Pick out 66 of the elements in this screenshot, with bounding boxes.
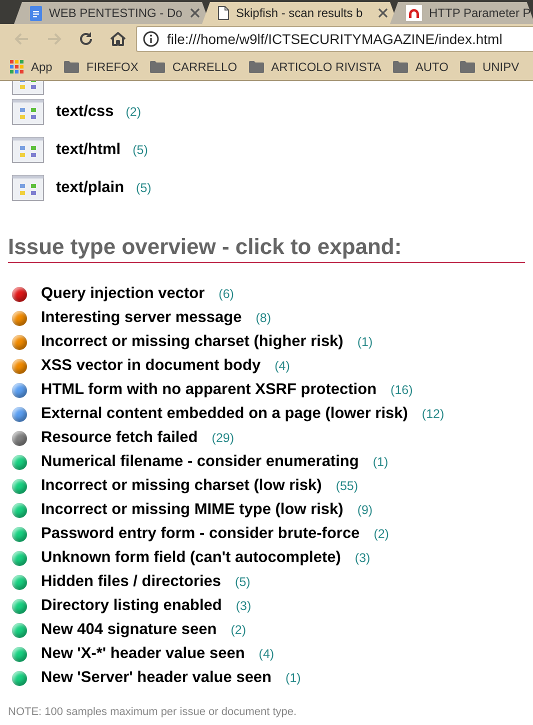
count: (4) <box>258 647 274 661</box>
document-type[interactable]: text/plain <box>56 179 124 197</box>
address-bar[interactable]: file:///home/w9lf/ICTSECURITYMAGAZINE/index.html <box>136 26 533 52</box>
count: (2) <box>374 527 389 541</box>
folder-icon <box>64 61 80 73</box>
issue-type[interactable]: Hidden files / directories <box>41 573 222 591</box>
issue-type[interactable]: Numerical filename - consider enumerating <box>41 453 359 471</box>
issue-type[interactable]: Unknown form field (can't autocomplete) <box>41 549 341 567</box>
count: (5) <box>235 575 250 589</box>
arc-icon <box>406 5 422 21</box>
count: (4) <box>274 359 290 373</box>
issue-type[interactable]: Interesting server message <box>41 309 242 327</box>
issue-type[interactable]: Incorrect or missing charset (low risk) <box>41 477 322 495</box>
issue-type[interactable]: Incorrect or missing charset (higher risk) <box>41 333 344 351</box>
document-type-icon <box>12 137 44 163</box>
folder-icon <box>460 61 476 73</box>
count: (5) <box>132 143 148 157</box>
count: (2) <box>126 105 142 119</box>
count: (9) <box>357 503 373 517</box>
issue-type[interactable]: Directory listing enabled <box>41 597 222 615</box>
issue-type[interactable]: Password entry form - consider brute-force <box>41 525 360 543</box>
close-icon[interactable] <box>378 8 388 18</box>
folder-icon <box>249 61 264 73</box>
count: (55) <box>336 479 358 493</box>
count: (1) <box>357 335 373 349</box>
bookmark-item[interactable]: App <box>10 60 52 74</box>
count: (3) <box>354 551 370 565</box>
issue-type[interactable]: External content embedded on a page (lower risk) <box>41 405 408 423</box>
issue-type[interactable]: XSS vector in document body <box>41 357 261 375</box>
close-icon[interactable] <box>190 8 200 18</box>
count: (16) <box>390 383 413 397</box>
browser-tab[interactable]: HTTP Parameter P <box>390 2 533 24</box>
section-heading: Issue type overview - click to expand: <box>8 234 525 263</box>
count: (2) <box>230 623 246 637</box>
issue-type[interactable]: Resource fetch failed <box>41 429 198 447</box>
info-icon <box>143 31 159 47</box>
page-icon <box>218 6 229 20</box>
url-text: file:///home/w9lf/ICTSECURITYMAGAZINE/index.html <box>167 31 502 47</box>
bookmark-item[interactable]: CARRELLO <box>150 60 238 74</box>
folder-icon <box>393 61 408 73</box>
note-text: NOTE: 100 samples maximum per issue or document type. <box>8 706 298 718</box>
count: (1) <box>372 455 388 469</box>
count: (6) <box>218 287 234 301</box>
issue-type[interactable]: New 'X-*' header value seen <box>41 645 245 663</box>
issue-type[interactable]: Query injection vector <box>41 285 205 303</box>
document-type[interactable]: text/html <box>56 141 121 159</box>
issue-type[interactable]: New 404 signature seen <box>41 621 217 639</box>
count: (5) <box>136 181 152 195</box>
folder-icon <box>150 61 166 73</box>
count: (12) <box>422 407 444 421</box>
bookmark-item[interactable]: ARTICOLO RIVISTA <box>249 60 382 74</box>
issue-type[interactable]: New 'Server' header value seen <box>41 669 272 687</box>
count: (8) <box>256 311 272 325</box>
document-type-icon <box>12 99 44 125</box>
count: (1) <box>286 671 301 685</box>
bookmark-item[interactable]: UNIPV <box>460 60 520 74</box>
issue-type[interactable]: HTML form with no apparent XSRF protection <box>41 381 377 399</box>
document-type[interactable]: text/css <box>56 103 114 121</box>
count: (29) <box>212 431 234 445</box>
apps-grid-icon <box>10 60 24 74</box>
document-type-icon <box>12 175 44 201</box>
issue-type[interactable]: Incorrect or missing MIME type (low risk) <box>41 501 344 519</box>
count: (3) <box>236 599 252 613</box>
bookmark-item[interactable]: AUTO <box>393 60 448 74</box>
document-icon <box>30 6 42 20</box>
bookmark-item[interactable]: FIREFOX <box>64 60 138 74</box>
